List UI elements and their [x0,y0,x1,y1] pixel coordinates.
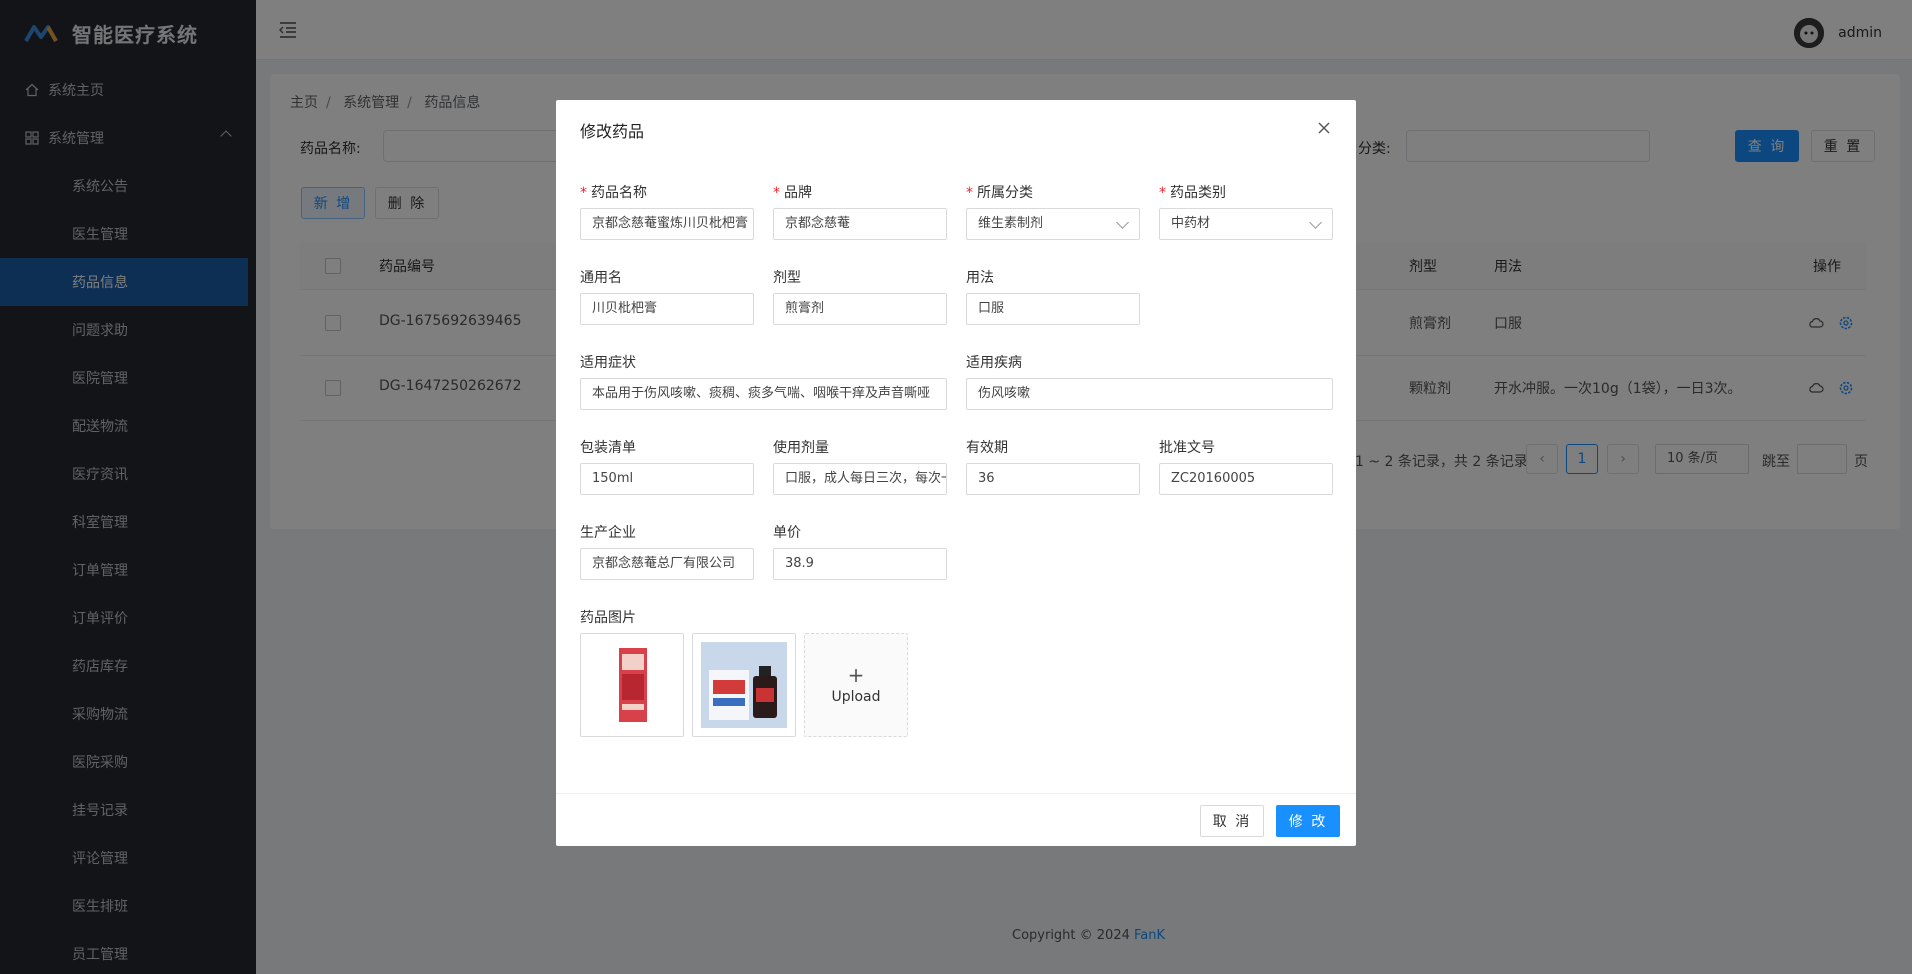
label-price: 单价 [773,525,801,541]
cancel-button[interactable]: 取 消 [1200,805,1264,837]
drug-bottle-image [701,642,787,728]
label-package: 包装清单 [580,440,636,456]
label-approval: 批准文号 [1159,440,1215,456]
disease-field[interactable]: 伤风咳嗽 [966,378,1333,410]
usage-field[interactable]: 口服 [966,293,1140,325]
submit-button[interactable]: 修 改 [1276,805,1340,837]
package-field[interactable]: 150ml [580,463,754,495]
indications-field[interactable]: 本品用于伤风咳嗽、痰稠、痰多气喘、咽喉干痒及声音嘶哑 [580,378,947,410]
label-indications: 适用症状 [580,355,636,371]
chevron-down-icon [1309,216,1322,229]
label-dosage-form: 剂型 [773,270,801,286]
chevron-down-icon [1116,216,1129,229]
label-dosage: 使用剂量 [773,440,829,456]
label-manufacturer: 生产企业 [580,525,636,541]
brand-field[interactable]: 京都念慈菴 [773,208,947,240]
label-type: * 药品类别 [1159,185,1226,201]
category-value: 维生素制剂 [978,216,1044,231]
label-disease: 适用疾病 [966,355,1022,371]
type-value: 中药材 [1171,216,1211,231]
label-category: * 所属分类 [966,185,1033,201]
upload-button[interactable]: + Upload [804,633,908,737]
drug-image-thumbnail[interactable] [692,633,796,737]
modal-footer: 取 消 修 改 [556,793,1356,846]
manufacturer-field[interactable]: 京都念慈菴总厂有限公司 [580,548,754,580]
category-select[interactable]: 维生素制剂 [966,208,1140,240]
dosage-form-field[interactable]: 煎膏剂 [773,293,947,325]
price-field[interactable]: 38.9 [773,548,947,580]
upload-label: Upload [831,689,881,705]
label-generic-name: 通用名 [580,270,622,286]
validity-field[interactable]: 36 [966,463,1140,495]
drug-box-image [619,648,647,722]
close-icon[interactable] [1316,120,1332,136]
plus-icon: + [847,663,865,687]
modal-title: 修改药品 [580,122,645,141]
drug-image-thumbnail[interactable] [580,633,684,737]
approval-field[interactable]: ZC20160005 [1159,463,1333,495]
label-usage: 用法 [966,270,994,286]
generic-name-field[interactable]: 川贝枇杷膏 [580,293,754,325]
label-images: 药品图片 [580,610,636,626]
label-validity: 有效期 [966,440,1008,456]
name-field[interactable]: 京都念慈菴蜜炼川贝枇杷膏 [580,208,754,240]
type-select[interactable]: 中药材 [1159,208,1333,240]
label-brand: * 品牌 [773,185,812,201]
label-name: * 药品名称 [580,185,647,201]
dosage-field[interactable]: 口服，成人每日三次，每次一汤匙 [773,463,947,495]
edit-drug-modal: 修改药品 * 药品名称 京都念慈菴蜜炼川贝枇杷膏 * 品牌 京都念慈菴 * 所属分类 … [556,100,1356,846]
